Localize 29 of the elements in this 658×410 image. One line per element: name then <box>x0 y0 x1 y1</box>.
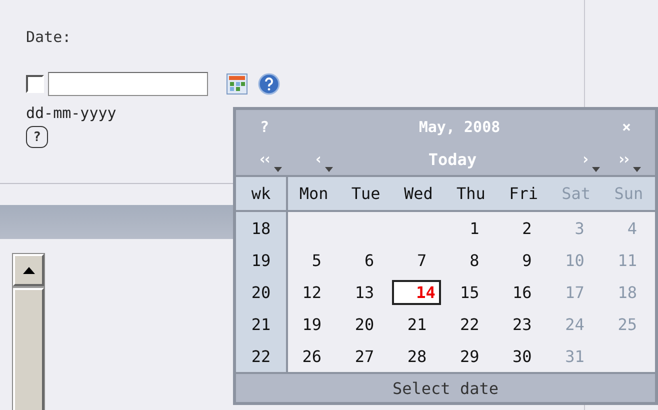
date-field[interactable] <box>48 72 208 96</box>
calendar-day[interactable]: 14 <box>392 280 442 304</box>
calendar-icon[interactable] <box>226 73 248 95</box>
dropdown-arrow-icon[interactable] <box>633 167 642 172</box>
weekday-header: Mon <box>287 176 340 211</box>
date-format-hint: dd-mm-yyyy <box>26 104 116 122</box>
up-arrow-icon <box>22 266 34 274</box>
week-header: wk <box>236 176 287 211</box>
weekday-header: Wed <box>392 176 445 211</box>
weekday-header: Sat <box>550 176 602 211</box>
weekday-header: Thu <box>444 176 498 211</box>
week-number: 19 <box>236 244 287 276</box>
scrollbar[interactable] <box>12 253 45 410</box>
checkbox[interactable] <box>26 75 44 93</box>
dropdown-arrow-icon[interactable] <box>325 167 334 172</box>
dropdown-arrow-icon[interactable] <box>592 167 600 172</box>
week-number: 18 <box>236 211 287 244</box>
weekday-header: Fri <box>497 176 550 211</box>
dropdown-arrow-icon[interactable] <box>274 167 282 172</box>
status-text: Select date <box>236 372 655 406</box>
week-number: 20 <box>236 276 287 308</box>
help-icon[interactable] <box>258 73 280 95</box>
help-button[interactable]: ? <box>26 126 48 148</box>
weekday-header: Sun <box>602 176 655 211</box>
weekday-header: Tue <box>340 176 392 211</box>
month-title: May, 2008 <box>418 118 500 136</box>
week-number: 21 <box>236 308 287 340</box>
field-label: Date: <box>26 28 72 46</box>
week-number: 22 <box>236 340 287 372</box>
